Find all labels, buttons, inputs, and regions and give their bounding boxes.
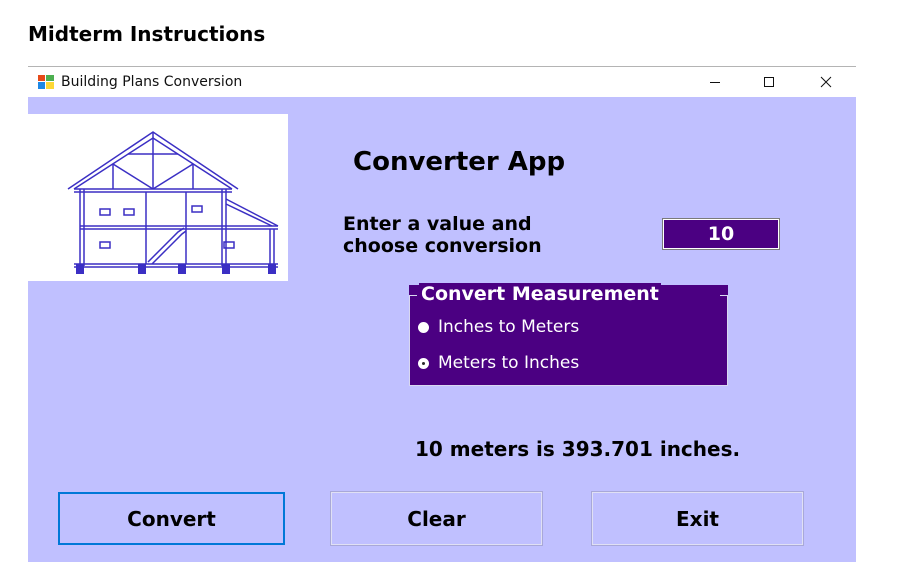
- maximize-icon: [764, 77, 774, 87]
- value-prompt-label: Enter a value and choose conversion: [343, 213, 623, 257]
- window-title: Building Plans Conversion: [61, 74, 243, 90]
- app-form-icon: [38, 75, 54, 89]
- close-button[interactable]: [803, 67, 849, 97]
- clear-button[interactable]: Clear: [330, 491, 543, 546]
- result-label: 10 meters is 393.701 inches.: [415, 437, 741, 461]
- minimize-icon: [710, 82, 720, 83]
- radio-meters-to-inches[interactable]: Meters to Inches: [418, 353, 579, 373]
- group-legend: Convert Measurement: [419, 283, 661, 305]
- radio-inches-to-meters[interactable]: Inches to Meters: [418, 317, 579, 337]
- close-icon: [820, 76, 832, 88]
- prompt-line-2: choose conversion: [343, 235, 542, 257]
- radio-label-meters-to-inches: Meters to Inches: [438, 353, 580, 373]
- title-bar[interactable]: Building Plans Conversion: [28, 67, 856, 97]
- app-window: Building Plans Conversion Converter App …: [28, 67, 856, 562]
- app-title: Converter App: [353, 147, 566, 177]
- house-section-drawing: [67, 131, 279, 274]
- house-plan-image: [28, 114, 288, 281]
- page-heading: Midterm Instructions: [28, 22, 266, 46]
- prompt-line-1: Enter a value and: [343, 213, 532, 235]
- convert-measurement-group: Convert Measurement Inches to Meters Met…: [409, 283, 728, 386]
- radio-indicator-meters-to-inches[interactable]: [418, 357, 429, 369]
- maximize-button[interactable]: [746, 67, 792, 97]
- value-input[interactable]: 10: [662, 218, 780, 250]
- convert-button[interactable]: Convert: [58, 492, 285, 545]
- minimize-button[interactable]: [692, 67, 738, 97]
- radio-indicator-inches-to-meters[interactable]: [418, 321, 429, 333]
- exit-button[interactable]: Exit: [591, 491, 804, 546]
- radio-label-inches-to-meters: Inches to Meters: [438, 317, 580, 337]
